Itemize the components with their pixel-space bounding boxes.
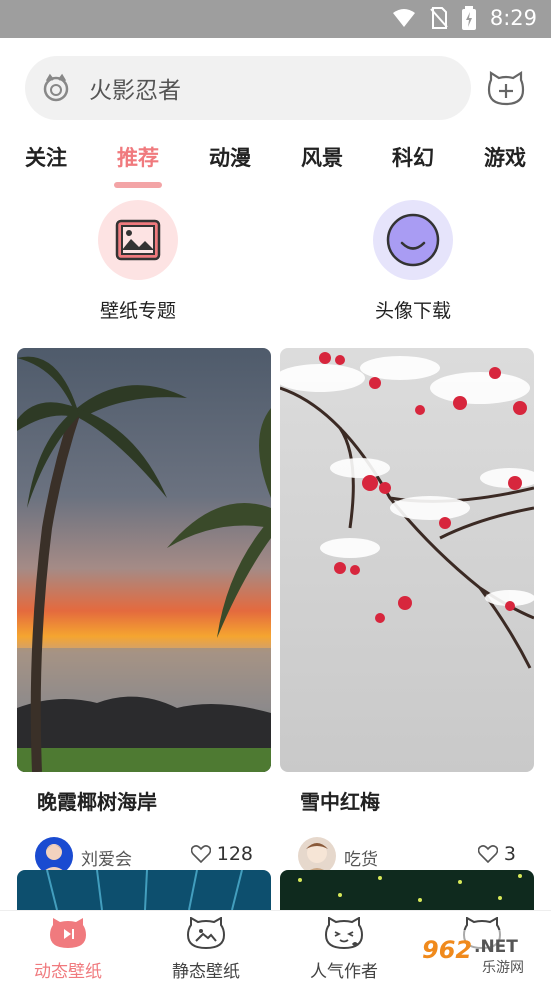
wallpaper-card[interactable]: 晚霞椰树海岸 刘爱会 128	[17, 348, 271, 877]
static-wallpaper-icon	[186, 916, 226, 950]
wifi-icon	[392, 9, 415, 27]
status-bar: 8:29	[0, 0, 551, 38]
live-wallpaper-icon	[50, 918, 86, 948]
tab-scenery[interactable]: 风景	[301, 142, 343, 172]
svg-text:962: 962	[422, 936, 472, 964]
wallpaper-topic-label: 壁纸专题	[99, 300, 176, 322]
add-cat-icon[interactable]	[487, 70, 525, 108]
search-icon	[43, 73, 69, 102]
tab-scifi[interactable]: 科幻	[392, 142, 434, 172]
svg-text:乐游网: 乐游网	[482, 960, 524, 976]
tab-follow[interactable]: 关注	[25, 142, 67, 172]
like-button[interactable]: 128	[190, 843, 253, 865]
quick-link-avatar-download[interactable]: 头像下载	[313, 200, 513, 323]
heart-icon	[477, 845, 498, 863]
battery-icon	[461, 6, 476, 30]
tab-games[interactable]: 游戏	[484, 142, 526, 172]
category-tabs: 关注 推荐 动漫 风景 科幻 游戏	[0, 142, 551, 192]
no-sim-icon	[430, 7, 448, 29]
nav-popular-authors[interactable]: 人气作者	[284, 916, 404, 982]
quick-link-wallpaper-topic[interactable]: 壁纸专题	[38, 200, 238, 323]
wallpaper-thumbnail-plum[interactable]	[280, 348, 534, 772]
card-author[interactable]: 吃货	[344, 845, 378, 870]
avatar-download-label: 头像下载	[374, 300, 451, 322]
nav-label: 人气作者	[310, 962, 378, 982]
watermark-logo: 962 .NET 乐游网	[418, 928, 548, 978]
tab-indicator	[114, 182, 162, 188]
card-title: 晚霞椰树海岸	[37, 790, 157, 814]
nav-label: 静态壁纸	[172, 962, 240, 982]
popular-authors-icon	[324, 916, 364, 950]
tab-recommend[interactable]: 推荐	[117, 142, 159, 172]
search-row: 火影忍者	[25, 56, 525, 122]
search-input[interactable]: 火影忍者	[25, 56, 471, 120]
nav-static-wallpaper[interactable]: 静态壁纸	[146, 916, 266, 982]
wallpaper-card[interactable]: 雪中红梅 吃货 3	[280, 348, 534, 877]
svg-text:.NET: .NET	[474, 937, 518, 957]
avatar-download-icon	[373, 200, 453, 280]
like-button[interactable]: 3	[477, 843, 516, 865]
card-author[interactable]: 刘爱会	[81, 845, 132, 870]
tab-anime[interactable]: 动漫	[209, 142, 251, 172]
nav-live-wallpaper[interactable]: 动态壁纸	[8, 917, 128, 982]
wallpaper-thumbnail-peek[interactable]	[17, 870, 271, 910]
wallpaper-thumbnail-peek[interactable]	[280, 870, 534, 910]
wallpaper-thumbnail-beach[interactable]	[17, 348, 271, 772]
like-count: 3	[503, 843, 516, 865]
status-icons: 8:29	[392, 6, 537, 30]
like-count: 128	[216, 843, 253, 865]
card-title: 雪中红梅	[300, 790, 380, 814]
heart-icon	[190, 845, 211, 863]
search-placeholder: 火影忍者	[89, 78, 181, 104]
wallpaper-topic-icon	[98, 200, 178, 280]
nav-label: 动态壁纸	[34, 962, 102, 982]
status-time: 8:29	[489, 6, 537, 30]
